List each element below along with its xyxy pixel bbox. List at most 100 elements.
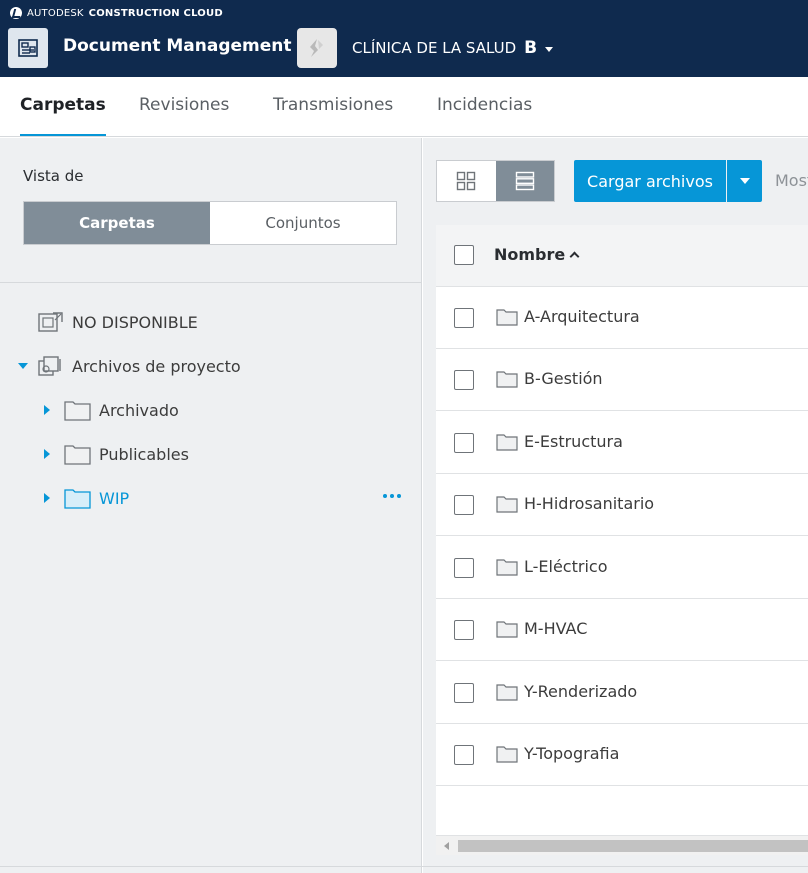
tree-item-label: Archivos de proyecto: [72, 356, 241, 376]
caret-right-icon[interactable]: [44, 493, 50, 503]
folder-icon: [496, 621, 518, 638]
tree-item-label: Publicables: [99, 444, 189, 464]
table-row[interactable]: B-Gestión: [436, 349, 808, 411]
row-checkbox[interactable]: [454, 370, 474, 390]
table-row[interactable]: A-Arquitectura: [436, 287, 808, 349]
segment-sets[interactable]: Conjuntos: [210, 202, 396, 244]
module-title: Document Management: [63, 36, 292, 56]
folder-name[interactable]: B-Gestión: [524, 369, 603, 388]
folder-name[interactable]: H-Hidrosanitario: [524, 494, 654, 513]
table-row[interactable]: Y-Topografia: [436, 724, 808, 786]
folder-icon: [496, 309, 518, 326]
row-checkbox[interactable]: [454, 558, 474, 578]
app-switcher-button[interactable]: [8, 28, 48, 68]
document-app-icon: [18, 39, 38, 57]
table-row[interactable]: L-Eléctrico: [436, 537, 808, 599]
tree-item-label: Archivado: [99, 400, 179, 420]
folder-icon: [496, 496, 518, 513]
folder-icon: [496, 434, 518, 451]
tree-item-wip[interactable]: WIP: [44, 483, 129, 513]
tree-item-unavailable[interactable]: NO DISPONIBLE: [38, 307, 198, 337]
chevron-down-icon: [739, 178, 750, 184]
row-checkbox[interactable]: [454, 620, 474, 640]
project-badge: B: [524, 38, 538, 58]
row-checkbox[interactable]: [454, 495, 474, 515]
chevron-down-icon: [545, 47, 554, 52]
module-selector[interactable]: Document Management: [63, 36, 306, 56]
folder-icon: [64, 401, 91, 421]
column-header-name: Nombre: [494, 245, 566, 264]
list-view-button[interactable]: [495, 161, 554, 201]
folder-icon: [496, 746, 518, 763]
dot: [390, 494, 394, 498]
content-panel: Cargar archivos Mostrar Nombre A-Arquite…: [423, 138, 808, 873]
upload-options-button[interactable]: [727, 160, 762, 202]
brand-autodesk: AUTODESK: [27, 7, 84, 19]
unavailable-folder-icon: [38, 312, 63, 332]
view-label: Vista de: [23, 167, 84, 185]
scrollbar-thumb[interactable]: [458, 840, 808, 852]
folder-icon: [64, 489, 91, 509]
more-options-icon[interactable]: [383, 494, 401, 498]
brand-product: CONSTRUCTION CLOUD: [88, 7, 223, 19]
tab-carpetas[interactable]: Carpetas: [20, 77, 106, 136]
divider: [0, 282, 422, 283]
show-label: Mostrar: [775, 171, 808, 190]
caret-right-icon[interactable]: [44, 449, 50, 459]
tree-item-label: NO DISPONIBLE: [72, 312, 198, 332]
table-row[interactable]: Y-Renderizado: [436, 662, 808, 724]
table-row[interactable]: M-HVAC: [436, 599, 808, 661]
sort-by-name[interactable]: Nombre: [494, 245, 580, 264]
folder-name[interactable]: M-HVAC: [524, 619, 587, 638]
segment-folders[interactable]: Carpetas: [24, 202, 210, 244]
project-thumbnail[interactable]: [297, 28, 337, 68]
divider: [0, 866, 808, 867]
tab-revisiones[interactable]: Revisiones: [139, 77, 229, 136]
view-segmented-control: Carpetas Conjuntos: [23, 201, 397, 245]
tree-item-label: WIP: [99, 488, 130, 508]
autodesk-logo-icon: [10, 7, 22, 19]
folder-name[interactable]: A-Arquitectura: [524, 307, 640, 326]
table-header: Nombre: [436, 225, 808, 287]
row-checkbox[interactable]: [454, 745, 474, 765]
table-row[interactable]: H-Hidrosanitario: [436, 474, 808, 536]
folder-icon: [496, 559, 518, 576]
select-all-checkbox[interactable]: [454, 245, 474, 265]
folder-name[interactable]: L-Eléctrico: [524, 557, 607, 576]
tab-bar: Carpetas Revisiones Transmisiones Incide…: [0, 77, 808, 137]
list-icon: [515, 171, 534, 191]
upload-files-button[interactable]: Cargar archivos: [574, 160, 726, 202]
row-checkbox[interactable]: [454, 433, 474, 453]
file-table: Nombre A-Arquitectura B-Gestión E-Estruc…: [436, 225, 808, 855]
grid-icon: [457, 171, 476, 191]
folder-name[interactable]: Y-Renderizado: [524, 682, 637, 701]
row-checkbox[interactable]: [454, 683, 474, 703]
folder-name[interactable]: E-Estructura: [524, 432, 623, 451]
brand: AUTODESK CONSTRUCTION CLOUD: [10, 6, 223, 20]
horizontal-scrollbar[interactable]: [436, 835, 808, 855]
tab-incidencias[interactable]: Incidencias: [437, 77, 532, 136]
tree-item-project-files[interactable]: Archivos de proyecto: [18, 351, 241, 381]
scroll-left-icon[interactable]: [444, 842, 449, 850]
project-files-icon: [38, 356, 61, 376]
tab-transmisiones[interactable]: Transmisiones: [273, 77, 393, 136]
caret-down-icon[interactable]: [18, 363, 28, 369]
dot: [383, 494, 387, 498]
tree-item-publicables[interactable]: Publicables: [44, 439, 189, 469]
folder-icon: [496, 684, 518, 701]
folder-name[interactable]: Y-Topografia: [524, 744, 619, 763]
folder-icon: [496, 371, 518, 388]
project-image-icon: [310, 39, 323, 57]
top-bar: AUTODESK CONSTRUCTION CLOUD Document Man…: [0, 0, 808, 77]
grid-view-button[interactable]: [437, 161, 496, 201]
folder-icon: [64, 445, 91, 465]
view-mode-toggle: [436, 160, 555, 202]
project-selector[interactable]: CLÍNICA DE LA SALUD B: [352, 38, 554, 58]
project-name: CLÍNICA DE LA SALUD: [352, 39, 517, 57]
sort-ascending-icon: [569, 251, 580, 262]
row-checkbox[interactable]: [454, 308, 474, 328]
dot: [397, 494, 401, 498]
tree-item-archivado[interactable]: Archivado: [44, 395, 179, 425]
table-row[interactable]: E-Estructura: [436, 412, 808, 474]
caret-right-icon[interactable]: [44, 405, 50, 415]
